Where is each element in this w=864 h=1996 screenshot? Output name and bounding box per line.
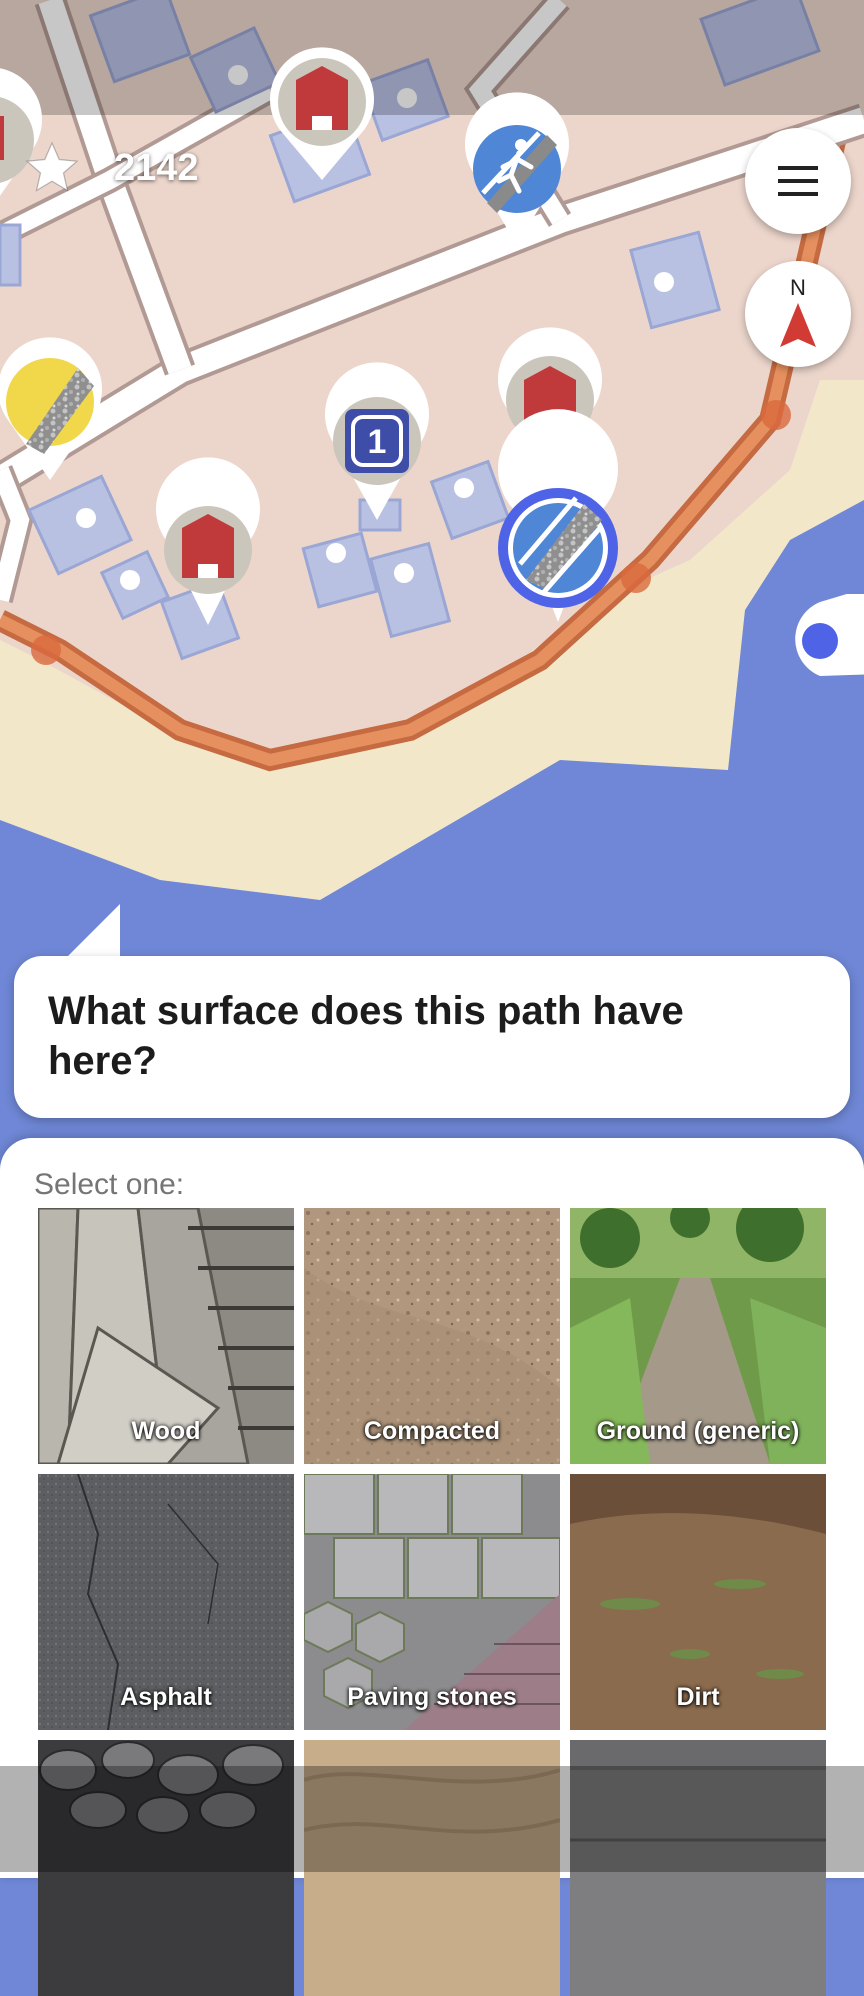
footway-pin[interactable] [465, 92, 569, 246]
star-counter[interactable]: 2142 [22, 138, 199, 198]
hamburger-menu-icon [778, 166, 818, 196]
compass-north-label: N [790, 275, 806, 300]
star-count: 2142 [114, 146, 199, 189]
gps-location-button[interactable] [780, 594, 864, 684]
compass-needle-icon [780, 303, 816, 347]
option-dirt[interactable]: Dirt [570, 1474, 826, 1730]
quest-title: What surface does this path have here? [48, 989, 684, 1083]
location-icon [802, 623, 838, 659]
star-icon [25, 141, 79, 192]
housenumber-pin[interactable]: 1 [325, 362, 429, 520]
option-label: Compacted [363, 1417, 501, 1445]
option-label: Dirt [676, 1683, 720, 1711]
map-pins-layer: 1 [0, 47, 618, 625]
building-pin[interactable] [156, 457, 260, 625]
surface-pin[interactable] [0, 337, 102, 480]
option-label: Asphalt [120, 1683, 212, 1711]
option-compacted[interactable]: Compacted [304, 1208, 560, 1464]
select-one-label: Select one: [34, 1168, 185, 1201]
navigation-bar-shade [0, 1766, 864, 1872]
option-wood[interactable]: Wood [38, 1208, 294, 1464]
option-label: Wood [131, 1417, 201, 1445]
bubble-tail [66, 904, 120, 958]
pedestrian-icon [515, 139, 527, 151]
quest-question-card: What surface does this path have here? [14, 956, 850, 1118]
surface-pin-selected[interactable] [498, 409, 618, 622]
option-label: Paving stones [347, 1683, 517, 1711]
option-ground-generic[interactable]: Ground (generic) [570, 1208, 826, 1464]
main-menu-button[interactable] [745, 128, 851, 234]
option-paving-stones[interactable]: Paving stones [304, 1474, 560, 1730]
house-number-icon: 1 [368, 423, 387, 461]
compass-button[interactable]: N [745, 261, 851, 367]
option-asphalt[interactable]: Asphalt [38, 1474, 294, 1730]
building-pin[interactable] [270, 47, 374, 181]
option-label: Ground (generic) [596, 1417, 800, 1445]
